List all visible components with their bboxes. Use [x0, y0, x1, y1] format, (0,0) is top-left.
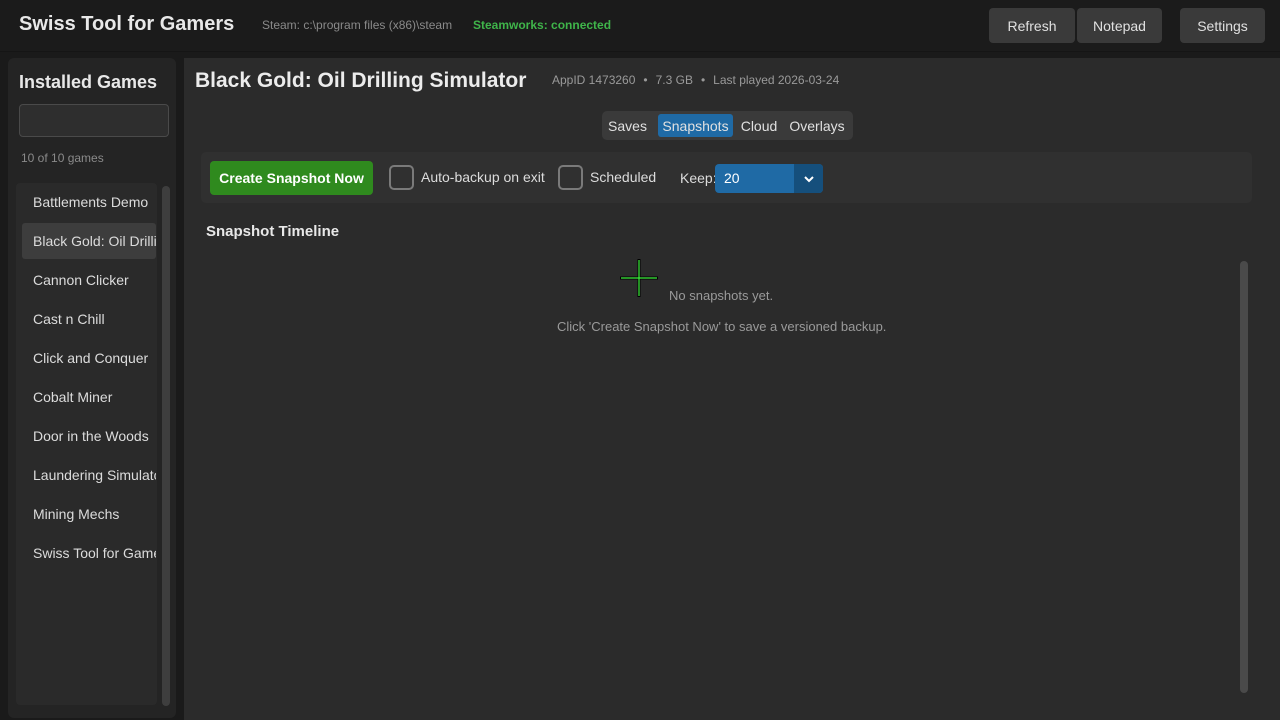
game-title: Black Gold: Oil Drilling Simulator: [195, 69, 527, 92]
game-list-item[interactable]: Battlements Demo: [22, 184, 156, 220]
keep-dropdown[interactable]: 20: [715, 164, 823, 193]
last-played: Last played 2026-03-24: [713, 73, 840, 87]
game-list-item[interactable]: Door in the Woods: [22, 418, 156, 454]
game-list-item[interactable]: Laundering Simulator: [22, 457, 156, 493]
keep-label: Keep:: [680, 170, 717, 186]
meta-separator: •: [700, 73, 706, 87]
empty-state-hint: Click 'Create Snapshot Now' to save a ve…: [557, 319, 887, 334]
tab-saves[interactable]: Saves: [605, 114, 650, 137]
notepad-button[interactable]: Notepad: [1077, 8, 1162, 43]
snapshot-toolbar: Create Snapshot Now Auto-backup on exit …: [201, 152, 1252, 203]
game-size: 7.3 GB: [655, 73, 693, 87]
timeline-scrollbar[interactable]: [1240, 261, 1248, 693]
game-list-item[interactable]: Cast n Chill: [22, 301, 156, 337]
game-list-item[interactable]: Click and Conquer: [22, 340, 156, 376]
empty-state-title: No snapshots yet.: [669, 288, 774, 303]
sidebar-title: Installed Games: [19, 72, 158, 92]
auto-backup-label: Auto-backup on exit: [421, 169, 545, 185]
keep-value: 20: [724, 170, 740, 186]
game-list-item[interactable]: Black Gold: Oil Drilling Simulator: [22, 223, 156, 259]
game-list-item[interactable]: Cobalt Miner: [22, 379, 156, 415]
crosshair-cursor-icon: [620, 259, 658, 297]
tab-bar: Saves Snapshots Cloud Overlays: [602, 111, 853, 140]
game-list: Battlements DemoBlack Gold: Oil Drilling…: [16, 183, 157, 705]
app-id: AppID 1473260: [552, 73, 636, 87]
chevron-down-icon[interactable]: [794, 164, 823, 193]
game-list-item[interactable]: Mining Mechs: [22, 496, 156, 532]
top-bar: Swiss Tool for Gamers Steam: c:\program …: [0, 0, 1280, 52]
sidebar: Installed Games 10 of 10 games Battlemen…: [8, 58, 176, 718]
meta-separator: •: [643, 73, 648, 87]
scheduled-option[interactable]: Scheduled: [558, 164, 656, 190]
auto-backup-option[interactable]: Auto-backup on exit: [389, 164, 545, 190]
game-meta: AppID 1473260 • 7.3 GB • Last played 2026-03…: [552, 73, 839, 87]
tab-cloud[interactable]: Cloud: [738, 114, 780, 137]
auto-backup-checkbox[interactable]: [389, 164, 414, 190]
main-panel: Black Gold: Oil Drilling Simulator AppID…: [184, 58, 1280, 720]
timeline-title: Snapshot Timeline: [206, 223, 340, 240]
settings-button[interactable]: Settings: [1180, 8, 1265, 43]
app-title: Swiss Tool for Gamers: [19, 13, 235, 35]
steam-path: Steam: c:\program files (x86)\steam: [262, 18, 453, 32]
scheduled-checkbox[interactable]: [558, 164, 583, 190]
game-search-input[interactable]: [19, 104, 169, 137]
steamworks-status: Steamworks: connected: [473, 18, 612, 32]
game-list-item[interactable]: Swiss Tool for Gamers: [22, 535, 156, 571]
sidebar-scrollbar[interactable]: [162, 186, 170, 706]
tab-overlays[interactable]: Overlays: [786, 114, 848, 137]
game-count: 10 of 10 games: [21, 151, 104, 165]
scheduled-label: Scheduled: [590, 169, 657, 185]
create-snapshot-button[interactable]: Create Snapshot Now: [210, 161, 373, 195]
game-list-item[interactable]: Cannon Clicker: [22, 262, 156, 298]
refresh-button[interactable]: Refresh: [989, 8, 1075, 43]
tab-snapshots[interactable]: Snapshots: [658, 114, 733, 137]
